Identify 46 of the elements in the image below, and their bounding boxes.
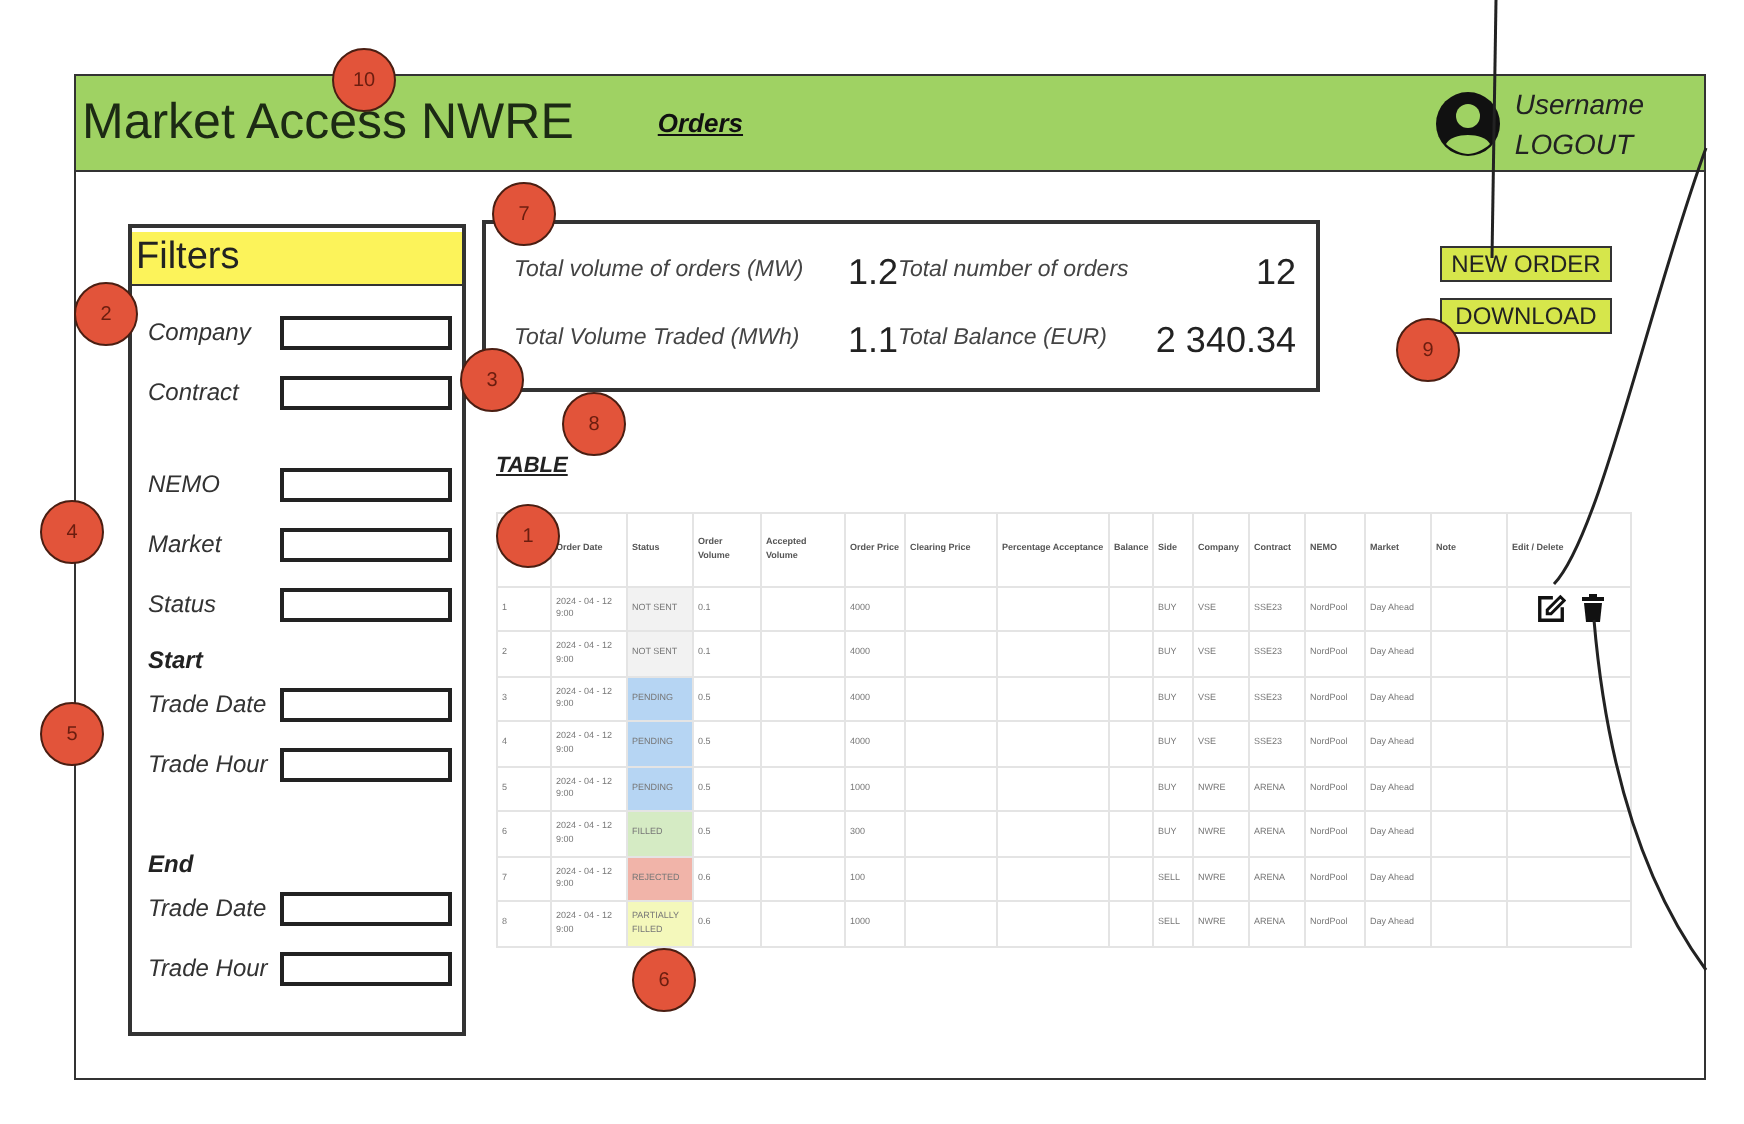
summary-value: 2 340.34	[1155, 317, 1296, 363]
filter-input[interactable]	[280, 891, 452, 925]
filter-input[interactable]	[280, 527, 452, 561]
filter-input[interactable]	[280, 687, 452, 721]
summary-label: Total Balance (EUR)	[898, 324, 1109, 355]
action-button[interactable]: NEW ORDER	[1440, 246, 1612, 282]
user-avatar-icon	[1434, 89, 1503, 157]
filter-label: Market	[148, 528, 224, 562]
filter-label: Company	[148, 316, 254, 350]
annotation-marker: 4	[40, 500, 104, 564]
filter-label: Contract	[148, 376, 242, 410]
annotation-marker: 3	[460, 348, 524, 412]
annotation-marker: 9	[1396, 318, 1460, 382]
annotation-marker: 5	[40, 702, 104, 766]
annotation-marker: 8	[562, 392, 626, 456]
filter-section-heading: End	[148, 848, 196, 882]
filter-label: Trade Hour	[148, 952, 271, 986]
annotation-marker: 10	[332, 48, 396, 112]
filter-label: NEMO	[148, 468, 222, 502]
orders-link[interactable]: Orders	[657, 103, 744, 143]
filter-label: Trade Date	[148, 688, 269, 722]
username-label: Username	[1514, 85, 1644, 123]
filter-label: Status	[148, 588, 219, 622]
filter-label: Trade Date	[148, 892, 269, 926]
action-button[interactable]: DOWNLOAD	[1440, 298, 1612, 334]
summary-value: 12	[1255, 249, 1296, 295]
delete-icon[interactable]	[1582, 594, 1604, 623]
filters-title: Filters	[132, 232, 462, 286]
filter-label: Trade Hour	[148, 748, 271, 782]
annotation-marker: 6	[632, 948, 696, 1012]
edit-icon[interactable]	[1536, 593, 1566, 624]
filter-input[interactable]	[280, 951, 452, 985]
filter-input[interactable]	[280, 375, 452, 409]
filter-input[interactable]	[280, 467, 452, 501]
annotation-marker: 2	[74, 282, 138, 346]
table-title: TABLE	[496, 452, 570, 482]
summary-value: 1.2	[847, 249, 898, 295]
logout-link[interactable]: LOGOUT	[1514, 123, 1644, 163]
filter-input[interactable]	[280, 747, 452, 781]
filter-input[interactable]	[280, 587, 452, 621]
annotation-marker: 7	[492, 182, 556, 246]
summary-value: 1.1	[847, 317, 898, 363]
summary-label: Total volume of orders (MW)	[514, 256, 806, 287]
filter-section-heading: Start	[148, 644, 206, 678]
filter-input[interactable]	[280, 315, 452, 349]
summary-label: Total number of orders	[898, 256, 1131, 287]
